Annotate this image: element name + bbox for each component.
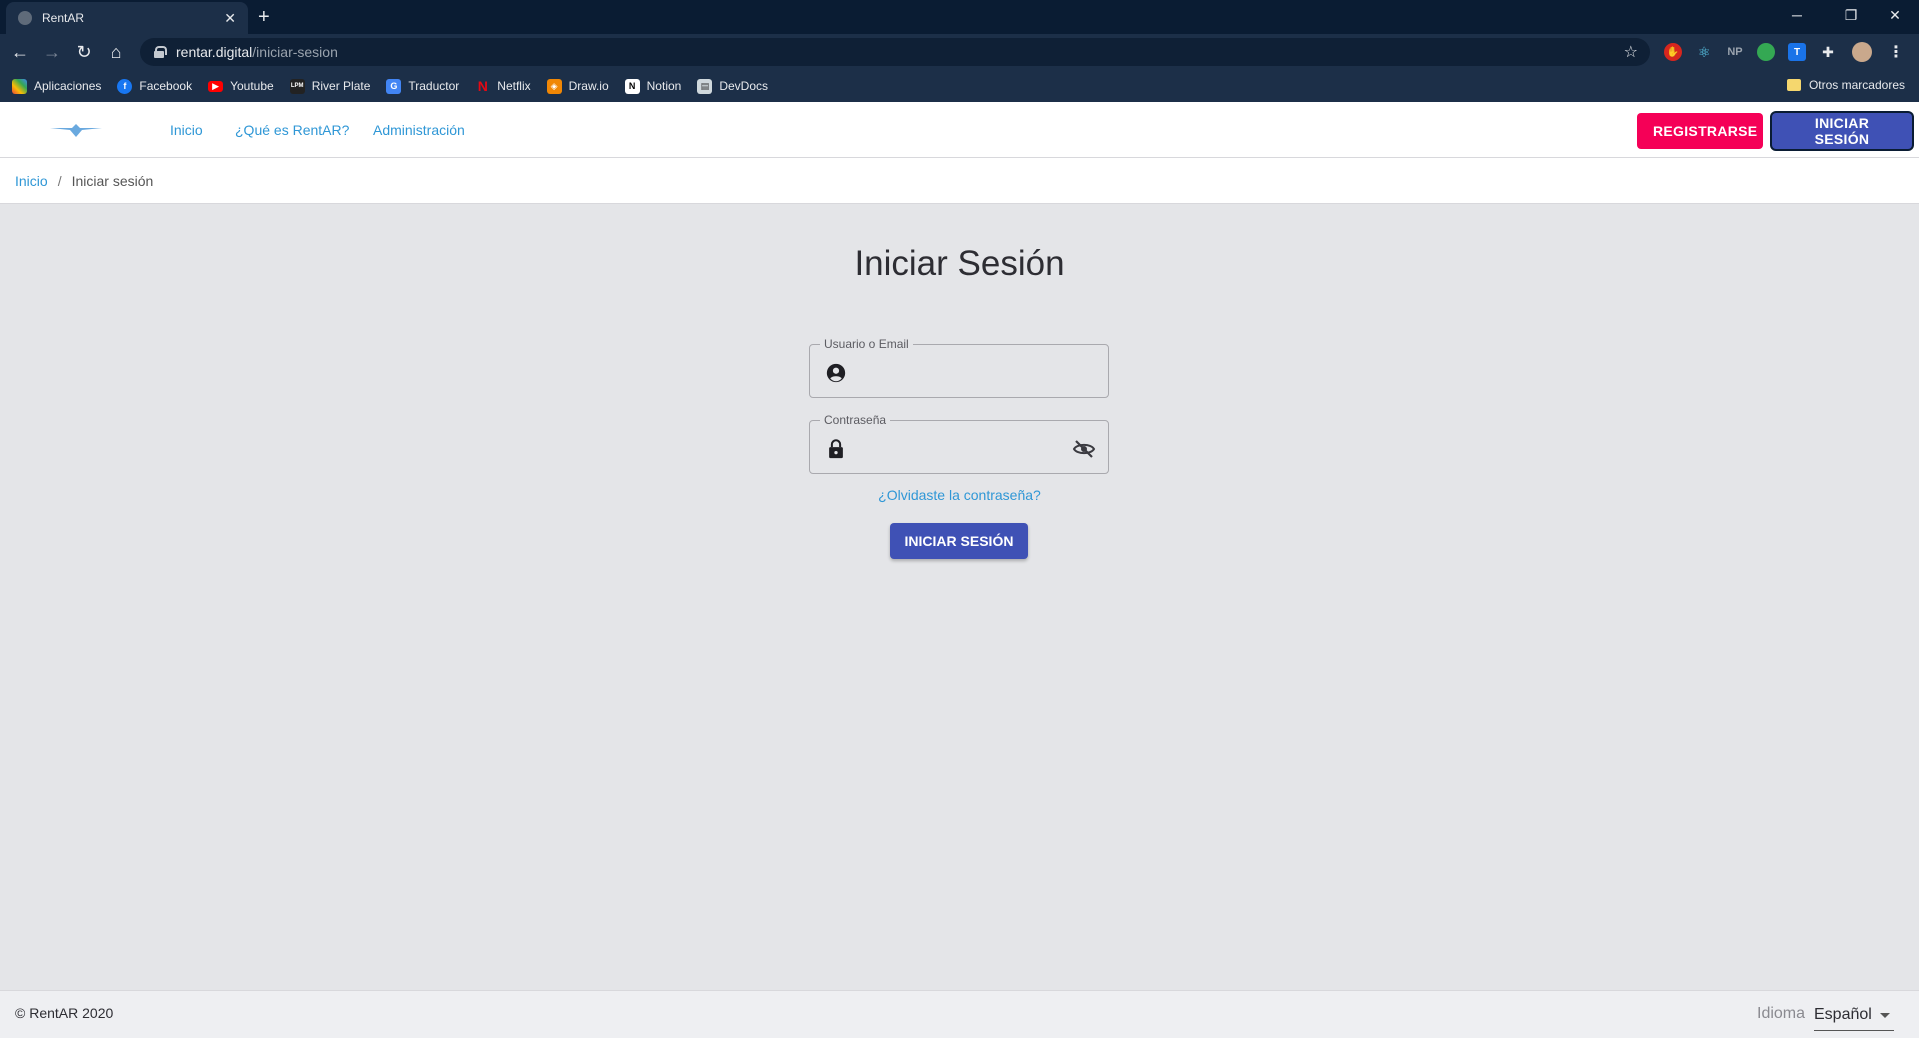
bookmark-youtube[interactable]: ▶ Youtube xyxy=(208,79,274,93)
bookmark-devdocs[interactable]: ▤ DevDocs xyxy=(697,78,769,94)
translate-extension-icon[interactable]: T xyxy=(1788,43,1806,61)
lock-icon xyxy=(154,46,167,58)
facebook-icon: f xyxy=(117,78,133,94)
url-path: /iniciar-sesion xyxy=(252,44,338,60)
bookmark-traductor[interactable]: G Traductor xyxy=(386,78,460,94)
browser-tabstrip: RentAR ✕ + ─ ❐ ✕ xyxy=(0,0,1919,34)
login-submit-button[interactable]: INICIAR SESIÓN xyxy=(890,523,1028,559)
bookmark-label: Facebook xyxy=(139,79,193,93)
password-label: Contraseña xyxy=(820,413,891,427)
restore-window-button[interactable]: ❐ xyxy=(1829,0,1873,30)
register-button[interactable]: REGISTRARSE xyxy=(1637,113,1763,149)
browser-tab[interactable]: RentAR ✕ xyxy=(6,2,248,34)
url-host: rentar.digital xyxy=(176,44,253,60)
np-extension-icon[interactable]: NP xyxy=(1726,43,1744,61)
devdocs-icon: ▤ xyxy=(697,78,713,94)
globe-icon xyxy=(18,11,32,25)
react-devtools-extension-icon[interactable]: ⚛ xyxy=(1695,43,1713,61)
green-extension-icon[interactable] xyxy=(1757,43,1775,61)
lock-icon xyxy=(829,439,843,459)
back-button[interactable]: ← xyxy=(8,40,32,64)
other-bookmarks-label: Otros marcadores xyxy=(1808,78,1905,92)
new-tab-button[interactable]: + xyxy=(258,5,270,29)
bookmark-label: Draw.io xyxy=(568,79,609,93)
dropdown-arrow-icon xyxy=(1880,1013,1890,1018)
bookmark-netflix[interactable]: N Netflix xyxy=(475,78,531,94)
breadcrumb-current: Iniciar sesión xyxy=(71,172,154,189)
password-input[interactable] xyxy=(864,435,1064,459)
browser-toolbar: ← → ↻ ⌂ rentar.digital/iniciar-sesion ☆ … xyxy=(0,34,1919,70)
breadcrumb-separator: / xyxy=(57,172,62,189)
folder-icon xyxy=(1786,79,1801,91)
bookmark-aplicaciones[interactable]: Aplicaciones xyxy=(12,78,102,94)
bookmark-label: Aplicaciones xyxy=(34,79,102,93)
language-value: Español xyxy=(1814,1005,1872,1023)
username-label: Usuario o Email xyxy=(820,337,913,351)
minimize-window-button[interactable]: ─ xyxy=(1775,0,1819,30)
apps-grid-icon xyxy=(12,78,27,94)
bookmark-label: Youtube xyxy=(230,79,274,93)
site-header: Inicio ¿Qué es RentAR? Administración RE… xyxy=(0,102,1919,158)
close-tab-icon[interactable]: ✕ xyxy=(224,10,236,27)
home-button[interactable]: ⌂ xyxy=(104,40,128,64)
profile-avatar[interactable] xyxy=(1852,42,1872,62)
river-plate-icon: LPM xyxy=(289,78,305,94)
visibility-off-icon[interactable] xyxy=(1072,437,1096,461)
close-window-button[interactable]: ✕ xyxy=(1873,0,1917,30)
password-field[interactable]: Contraseña xyxy=(809,413,1109,474)
copyright-text: © RentAR 2020 xyxy=(15,1005,114,1021)
bookmark-label: Notion xyxy=(646,79,682,93)
breadcrumb-home-link[interactable]: Inicio xyxy=(15,173,48,189)
bookmark-notion[interactable]: N Notion xyxy=(624,78,682,94)
bookmarks-bar: Aplicaciones f Facebook ▶ Youtube LPM Ri… xyxy=(0,70,1919,102)
adblock-extension-icon[interactable]: ✋ xyxy=(1664,43,1682,61)
rentar-logo[interactable] xyxy=(50,124,102,138)
browser-menu-icon[interactable]: ⋮ xyxy=(1887,43,1905,61)
drawio-icon: ◈ xyxy=(546,78,562,94)
nav-link-inicio[interactable]: Inicio xyxy=(170,122,203,138)
extensions-puzzle-icon[interactable]: ✚ xyxy=(1819,43,1837,61)
bookmark-label: Traductor xyxy=(408,79,460,93)
header-login-button[interactable]: INICIAR SESIÓN xyxy=(1772,113,1912,149)
netflix-icon: N xyxy=(477,78,488,94)
forgot-password-link[interactable]: ¿Olvidaste la contraseña? xyxy=(0,487,1919,503)
breadcrumb: Inicio / Iniciar sesión xyxy=(0,158,1919,204)
forward-button[interactable]: → xyxy=(40,40,64,64)
tab-title: RentAR xyxy=(42,11,85,25)
nav-link-que-es[interactable]: ¿Qué es RentAR? xyxy=(235,122,349,138)
language-label: Idioma xyxy=(1757,1005,1806,1022)
translate-icon: G xyxy=(386,78,402,94)
youtube-icon: ▶ xyxy=(208,80,224,92)
nav-link-administracion[interactable]: Administración xyxy=(373,122,465,138)
bookmark-river-plate[interactable]: LPM River Plate xyxy=(289,78,371,94)
bookmark-star-icon[interactable]: ☆ xyxy=(1624,42,1638,62)
bookmark-drawio[interactable]: ◈ Draw.io xyxy=(546,78,609,94)
page-title: Iniciar Sesión xyxy=(854,244,1065,283)
notion-icon: N xyxy=(624,78,640,94)
reload-button[interactable]: ↻ xyxy=(72,40,96,64)
address-bar[interactable]: rentar.digital/iniciar-sesion ☆ xyxy=(140,38,1650,66)
bookmark-label: DevDocs xyxy=(719,79,769,93)
language-select[interactable]: Español xyxy=(1814,999,1894,1031)
username-field[interactable]: Usuario o Email xyxy=(809,337,1109,398)
other-bookmarks[interactable]: Otros marcadores xyxy=(1786,78,1905,92)
account-circle-icon xyxy=(826,363,846,383)
bookmark-label: Netflix xyxy=(497,79,531,93)
site-footer: © RentAR 2020 Idioma Español xyxy=(0,990,1919,1038)
bookmark-facebook[interactable]: f Facebook xyxy=(117,78,193,94)
bookmark-label: River Plate xyxy=(311,79,371,93)
username-input[interactable] xyxy=(864,359,1064,383)
